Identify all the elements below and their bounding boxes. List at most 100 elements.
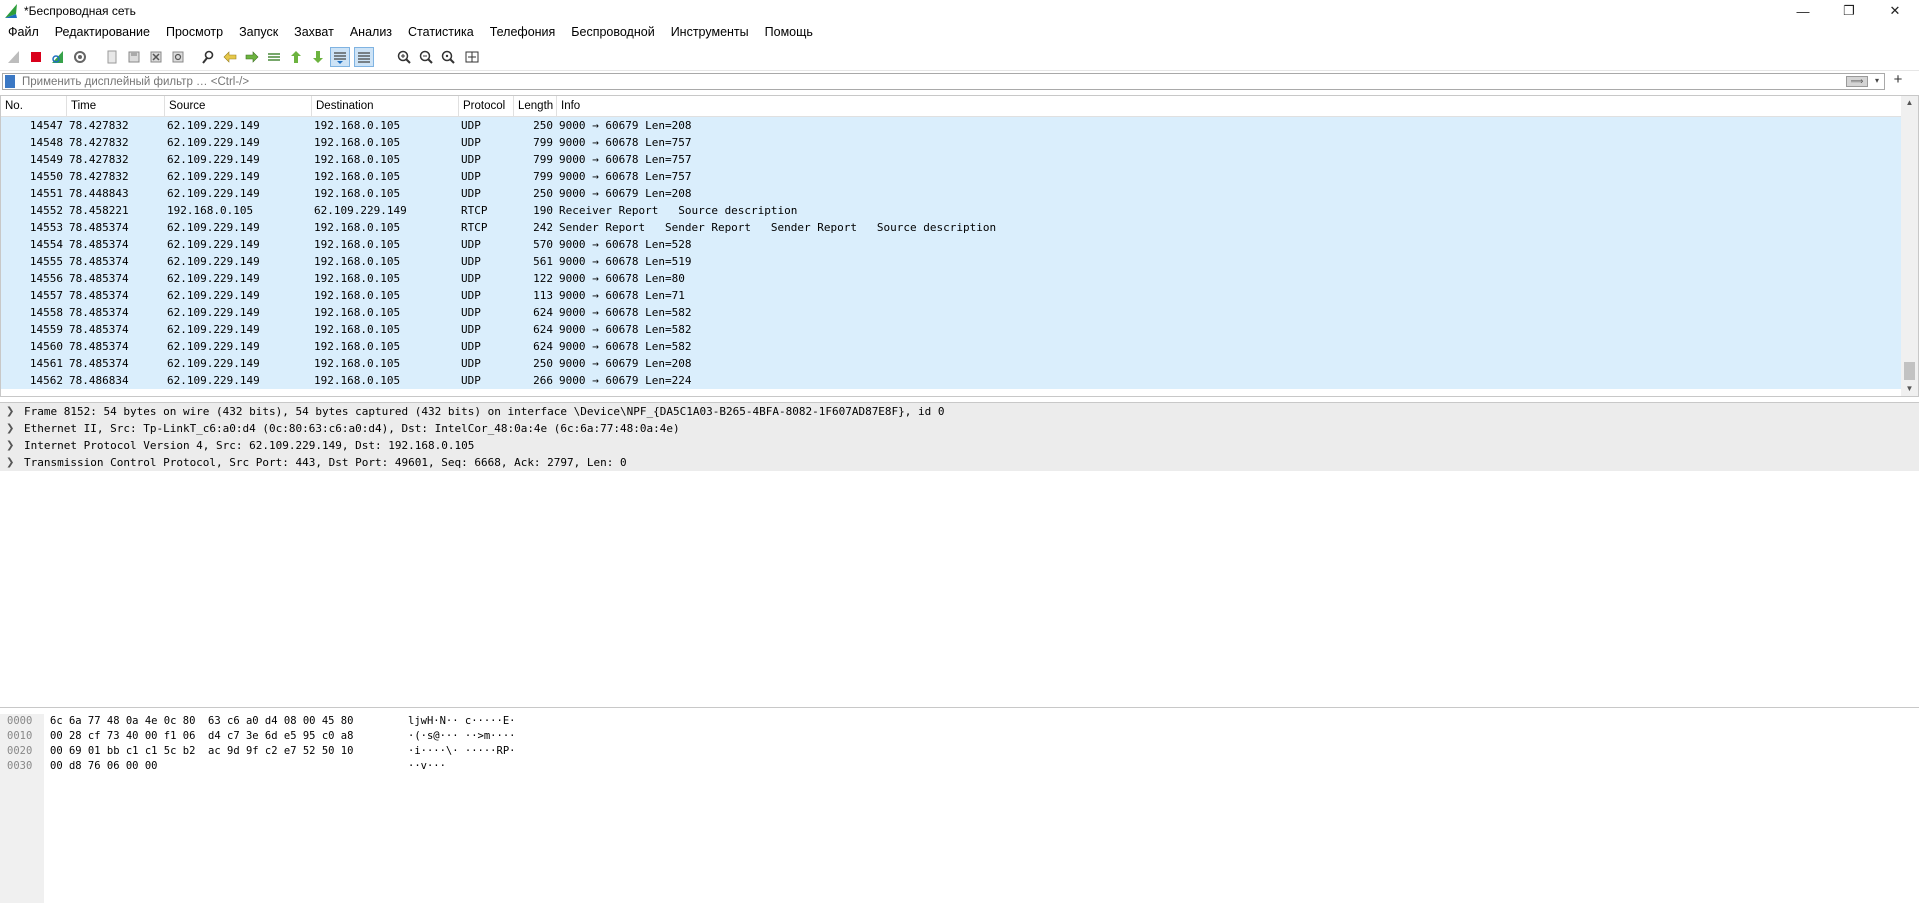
close-button[interactable]: ✕ — [1872, 0, 1918, 22]
cell-protocol: UDP — [461, 323, 481, 336]
scroll-thumb[interactable] — [1904, 362, 1915, 380]
hex-ascii[interactable]: ljwH·N·· c·····E· — [408, 714, 515, 729]
hex-ascii[interactable]: ·(·s@··· ··>m···· — [408, 729, 515, 744]
menu-edit[interactable]: Редактирование — [47, 22, 158, 43]
hex-bytes[interactable]: 00 d8 76 06 00 00 — [50, 759, 157, 774]
column-destination[interactable]: Destination — [312, 96, 459, 116]
go-first-packet-button[interactable] — [286, 47, 306, 67]
hex-bytes[interactable]: 6c 6a 77 48 0a 4e 0c 80 63 c6 a0 d4 08 0… — [50, 714, 353, 729]
capture-options-button[interactable] — [70, 47, 90, 67]
column-protocol[interactable]: Protocol — [459, 96, 514, 116]
go-back-button[interactable] — [220, 47, 240, 67]
table-row[interactable]: 14560 78.485374 62.109.229.149 192.168.0.10… — [1, 338, 1901, 355]
table-row[interactable]: 14549 78.427832 62.109.229.149 192.168.0.10… — [1, 151, 1901, 168]
apply-filter-button[interactable]: ⟹ — [1846, 76, 1868, 87]
zoom-in-button[interactable] — [394, 47, 414, 67]
cell-protocol: UDP — [461, 136, 481, 149]
table-row[interactable]: 14558 78.485374 62.109.229.149 192.168.0.10… — [1, 304, 1901, 321]
table-row[interactable]: 14547 78.427832 62.109.229.149 192.168.0.10… — [1, 117, 1901, 134]
hex-ascii[interactable]: ·i····\· ·····RP· — [408, 744, 515, 759]
menu-file[interactable]: Файл — [0, 22, 47, 43]
zoom-out-button[interactable] — [416, 47, 436, 67]
table-row[interactable]: 14548 78.427832 62.109.229.149 192.168.0.10… — [1, 134, 1901, 151]
save-file-button[interactable] — [124, 47, 144, 67]
chevron-right-icon[interactable]: ❯ — [6, 454, 16, 471]
reload-file-button[interactable] — [168, 47, 188, 67]
table-row[interactable]: 14550 78.427832 62.109.229.149 192.168.0.10… — [1, 168, 1901, 185]
cell-source: 62.109.229.149 — [167, 306, 260, 319]
detail-row-ip[interactable]: ❯ Internet Protocol Version 4, Src: 62.10… — [0, 437, 1919, 454]
column-no[interactable]: No. — [1, 96, 67, 116]
close-file-button[interactable] — [146, 47, 166, 67]
hex-bytes[interactable]: 00 28 cf 73 40 00 f1 06 d4 c7 3e 6d e5 9… — [50, 729, 353, 744]
table-row[interactable]: 14557 78.485374 62.109.229.149 192.168.0.10… — [1, 287, 1901, 304]
detail-row-ethernet[interactable]: ❯ Ethernet II, Src: Tp-LinkT_c6:a0:d4 (0c… — [0, 420, 1919, 437]
cell-source: 62.109.229.149 — [167, 238, 260, 251]
find-packet-button[interactable] — [198, 47, 218, 67]
go-last-packet-button[interactable] — [308, 47, 328, 67]
display-filter-input[interactable] — [22, 74, 1842, 89]
menu-capture[interactable]: Захват — [286, 22, 342, 43]
menu-analyze[interactable]: Анализ — [342, 22, 400, 43]
menu-wireless[interactable]: Беспроводной — [563, 22, 662, 43]
cell-destination: 192.168.0.105 — [314, 221, 401, 234]
colorize-button[interactable] — [354, 47, 374, 67]
table-row[interactable]: 14553 78.485374 62.109.229.149 192.168.0.10… — [1, 219, 1901, 236]
chevron-right-icon[interactable]: ❯ — [6, 420, 16, 437]
restart-capture-button[interactable] — [48, 47, 68, 67]
hex-ascii[interactable]: ··v··· — [408, 759, 446, 774]
table-row[interactable]: 14556 78.485374 62.109.229.149 192.168.0.10… — [1, 270, 1901, 287]
autoscroll-button[interactable] — [330, 47, 350, 67]
add-filter-button[interactable]: + — [1890, 71, 1906, 88]
menu-view[interactable]: Просмотр — [158, 22, 231, 43]
column-info[interactable]: Info — [557, 96, 1901, 116]
open-file-button[interactable] — [102, 47, 122, 67]
scroll-down-icon[interactable]: ▼ — [1901, 382, 1918, 396]
packet-details[interactable]: ❯ Frame 8152: 54 bytes on wire (432 bits)… — [0, 402, 1919, 708]
go-forward-button[interactable] — [242, 47, 262, 67]
bookmark-icon[interactable] — [5, 75, 15, 88]
packet-list-scrollbar[interactable]: ▲ ▼ — [1901, 96, 1918, 396]
cell-no: 14556 — [29, 272, 63, 285]
table-row[interactable]: 14554 78.485374 62.109.229.149 192.168.0.10… — [1, 236, 1901, 253]
start-capture-button[interactable] — [4, 47, 24, 67]
go-to-packet-button[interactable] — [264, 47, 284, 67]
table-row[interactable]: 14561 78.485374 62.109.229.149 192.168.0.10… — [1, 355, 1901, 372]
detail-row-frame[interactable]: ❯ Frame 8152: 54 bytes on wire (432 bits)… — [0, 403, 1919, 420]
column-source[interactable]: Source — [165, 96, 312, 116]
restore-button[interactable]: ❐ — [1826, 0, 1872, 22]
cell-destination: 192.168.0.105 — [314, 374, 401, 387]
arrow-up-icon — [291, 51, 301, 63]
table-row[interactable]: 14562 78.486834 62.109.229.149 192.168.0.10… — [1, 372, 1901, 389]
table-row[interactable]: 14559 78.485374 62.109.229.149 192.168.0.10… — [1, 321, 1901, 338]
minimize-button[interactable]: — — [1780, 0, 1826, 22]
stop-capture-button[interactable] — [26, 47, 46, 67]
packet-bytes[interactable]: 0000 6c 6a 77 48 0a 4e 0c 80 63 c6 a0 d4… — [0, 714, 1919, 903]
menu-tools[interactable]: Инструменты — [663, 22, 757, 43]
table-row[interactable]: 14551 78.448843 62.109.229.149 192.168.0.10… — [1, 185, 1901, 202]
menu-help[interactable]: Помощь — [757, 22, 821, 43]
zoom-reset-icon — [441, 50, 455, 64]
column-length[interactable]: Length — [514, 96, 557, 116]
column-time[interactable]: Time — [67, 96, 165, 116]
hex-bytes[interactable]: 00 69 01 bb c1 c1 5c b2 ac 9d 9f c2 e7 5… — [50, 744, 353, 759]
close-file-icon — [150, 51, 162, 63]
detail-row-tcp[interactable]: ❯ Transmission Control Protocol, Src Port… — [0, 454, 1919, 471]
menu-statistics[interactable]: Статистика — [400, 22, 482, 43]
cell-time: 78.427832 — [69, 119, 129, 132]
chevron-right-icon[interactable]: ❯ — [6, 403, 16, 420]
filter-history-dropdown[interactable]: ▾ — [1872, 76, 1882, 87]
hex-offset: 0000 — [7, 715, 33, 727]
zoom-reset-button[interactable] — [438, 47, 458, 67]
goto-packet-icon — [268, 53, 280, 61]
cell-no: 14547 — [29, 119, 63, 132]
cell-protocol: UDP — [461, 170, 481, 183]
menu-telephony[interactable]: Телефония — [482, 22, 564, 43]
packet-list[interactable]: No. Time Source Destination Protocol Len… — [0, 95, 1919, 397]
table-row[interactable]: 14552 78.458221 192.168.0.105 62.109.229.14… — [1, 202, 1901, 219]
scroll-up-icon[interactable]: ▲ — [1901, 96, 1918, 110]
table-row[interactable]: 14555 78.485374 62.109.229.149 192.168.0.10… — [1, 253, 1901, 270]
chevron-right-icon[interactable]: ❯ — [6, 437, 16, 454]
resize-columns-button[interactable] — [462, 47, 482, 67]
menu-go[interactable]: Запуск — [231, 22, 286, 43]
